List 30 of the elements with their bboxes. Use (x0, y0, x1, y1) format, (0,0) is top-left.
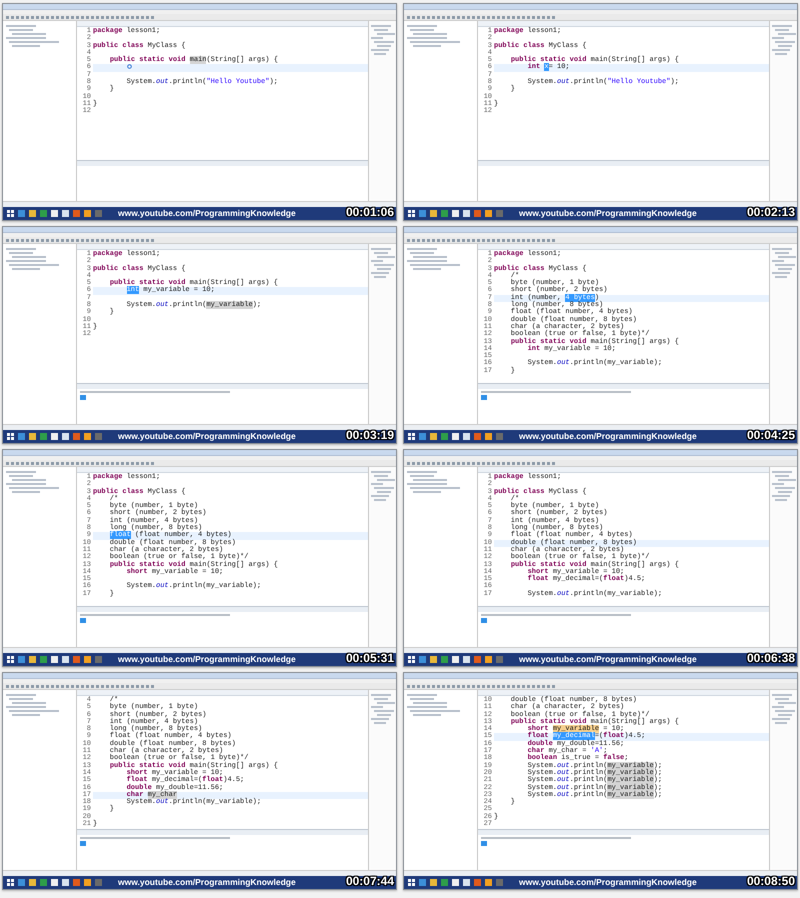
url-text: www.youtube.com/ProgrammingKnowledge (118, 431, 296, 442)
url-text: www.youtube.com/ProgrammingKnowledge (118, 877, 296, 888)
start-icon[interactable] (408, 656, 415, 663)
timestamp: 00:02:13 (746, 206, 795, 219)
start-icon[interactable] (7, 433, 14, 440)
timestamp: 00:06:38 (746, 652, 795, 665)
timestamp: 00:07:44 (346, 875, 394, 888)
console-icon (80, 395, 86, 400)
timestamp: 00:03:19 (346, 429, 394, 442)
timestamp: 00:05:31 (346, 652, 394, 665)
timestamp: 00:01:06 (346, 206, 394, 219)
console-icon (481, 618, 487, 623)
url-text: www.youtube.com/ProgrammingKnowledge (519, 877, 697, 888)
timestamp: 00:04:25 (746, 429, 795, 442)
url-text: www.youtube.com/ProgrammingKnowledge (519, 431, 697, 442)
console-icon (80, 841, 86, 846)
url-text: www.youtube.com/ProgrammingKnowledge (118, 208, 296, 219)
url-text: www.youtube.com/ProgrammingKnowledge (118, 654, 296, 665)
start-icon[interactable] (7, 210, 14, 217)
start-icon[interactable] (7, 879, 14, 886)
console-icon (481, 841, 487, 846)
console-icon (80, 618, 86, 623)
start-icon[interactable] (408, 433, 415, 440)
start-icon[interactable] (408, 210, 415, 217)
start-icon[interactable] (408, 879, 415, 886)
url-text: www.youtube.com/ProgrammingKnowledge (519, 654, 697, 665)
timestamp: 00:08:50 (746, 875, 795, 888)
start-icon[interactable] (7, 656, 14, 663)
url-text: www.youtube.com/ProgrammingKnowledge (519, 208, 697, 219)
console-icon (481, 395, 487, 400)
